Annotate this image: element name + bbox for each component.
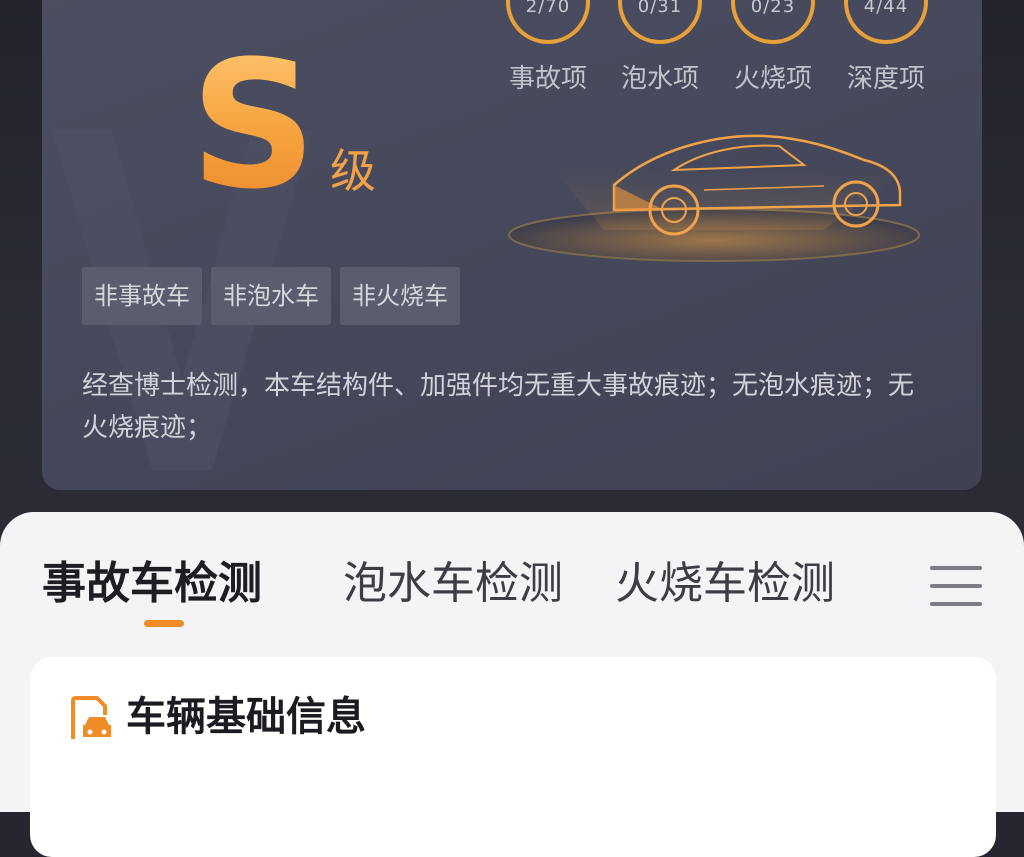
detail-sheet: 事故车检测 泡水车检测 火烧车检测 车辆基础信息 xyxy=(0,512,1024,857)
stat-fire: 0/23 火烧项 xyxy=(723,0,823,95)
stat-accident: 2/70 事故项 xyxy=(498,0,598,95)
stat-ring: 0/23 xyxy=(731,0,815,44)
stat-label: 泡水项 xyxy=(620,64,699,94)
stat-label: 火烧项 xyxy=(733,64,812,94)
tag-non-accident: 非事故车 xyxy=(82,267,202,325)
grade-letter: S xyxy=(190,23,317,228)
stat-ring: 4/44 xyxy=(844,0,928,44)
active-tab-indicator xyxy=(144,620,184,627)
vehicle-info-card: 车辆基础信息 xyxy=(30,657,996,857)
stat-value: 2/70 xyxy=(525,0,571,17)
stat-value: 0/31 xyxy=(637,0,683,17)
stat-flood: 0/31 泡水项 xyxy=(610,0,710,95)
tab-accident-inspection[interactable]: 事故车检测 xyxy=(42,562,262,606)
stat-deep: 4/44 深度项 xyxy=(836,0,936,95)
stat-value: 4/44 xyxy=(863,0,909,17)
tab-flood-inspection[interactable]: 泡水车检测 xyxy=(343,562,563,606)
inspection-summary: 经查博士检测，本车结构件、加强件均无重大事故痕迹；无泡水痕迹；无火烧痕迹； xyxy=(82,371,915,443)
status-tags: 非事故车 非泡水车 非火烧车 xyxy=(82,267,460,325)
menu-icon[interactable] xyxy=(930,564,982,608)
grade-unit: 级 xyxy=(330,144,376,198)
stat-label: 事故项 xyxy=(508,64,587,94)
inspection-report-card: S 级 2/70 事故项 0/31 泡水项 0/23 火烧项 4/44 深度项 xyxy=(42,0,982,490)
stat-label: 深度项 xyxy=(846,64,925,94)
tag-non-flood: 非泡水车 xyxy=(211,267,331,325)
section-title: 车辆基础信息 xyxy=(126,694,366,740)
tag-non-fire: 非火烧车 xyxy=(340,267,460,325)
stat-value: 0/23 xyxy=(750,0,796,17)
car-scan-illustration xyxy=(508,134,920,262)
car-document-icon xyxy=(71,696,111,739)
stat-ring: 2/70 xyxy=(506,0,590,44)
tab-fire-inspection[interactable]: 火烧车检测 xyxy=(615,562,835,606)
stat-ring: 0/31 xyxy=(618,0,702,44)
